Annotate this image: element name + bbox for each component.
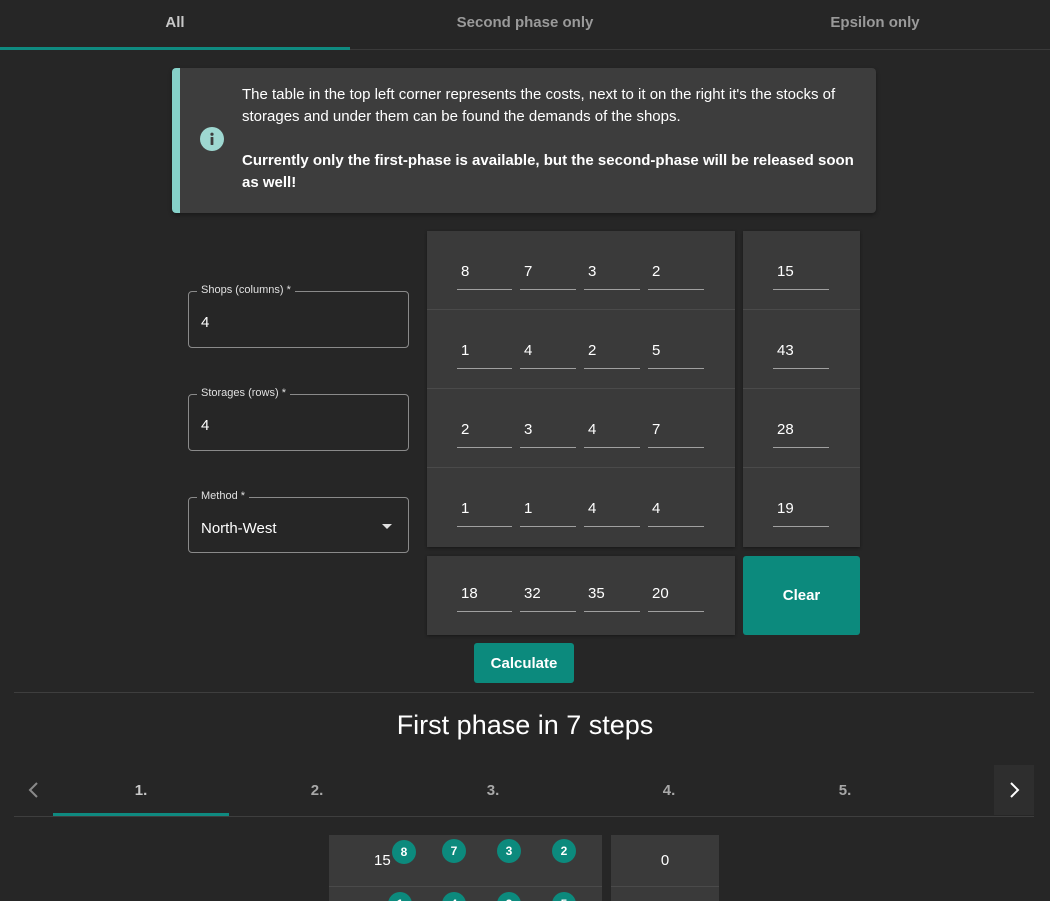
cost-row: 8 7 3 2 [427, 231, 735, 310]
demand-cell[interactable]: 18 [457, 583, 512, 612]
cost-badge: 8 [392, 840, 416, 864]
cost-matrix: 8 7 3 2 1 4 2 5 2 3 4 7 1 1 4 4 [427, 231, 735, 547]
section-divider [14, 692, 1034, 693]
cost-cell[interactable]: 3 [520, 419, 576, 448]
cost-cell[interactable]: 3 [584, 261, 640, 290]
cost-cell[interactable]: 1 [457, 498, 512, 527]
alert-paragraph-notice: Currently only the first-phase is availa… [242, 152, 854, 191]
step-tab-4[interactable]: 4. [581, 765, 757, 815]
demand-cell[interactable]: 32 [520, 583, 576, 612]
cost-cell[interactable]: 7 [648, 419, 704, 448]
step-tab-3[interactable]: 3. [405, 765, 581, 815]
stock-cell[interactable]: 15 [773, 261, 829, 290]
cost-cell[interactable]: 1 [457, 340, 512, 369]
cost-cell[interactable]: 4 [584, 498, 640, 527]
storages-rows-label: Storages (rows) * [197, 387, 290, 399]
chevron-left-icon[interactable] [14, 765, 54, 815]
storages-rows-value[interactable]: 4 [201, 417, 209, 434]
step-tabs: 1. 2. 3. 4. 5. [14, 765, 1034, 817]
cost-cell[interactable]: 2 [457, 419, 512, 448]
cost-cell[interactable]: 4 [520, 340, 576, 369]
cost-badge: 3 [497, 839, 521, 863]
calculate-button[interactable]: Calculate [474, 643, 574, 683]
cost-badge: 5 [552, 892, 576, 901]
cost-cell[interactable]: 5 [648, 340, 704, 369]
demand-cell[interactable]: 20 [648, 583, 704, 612]
cost-row: 1 4 2 5 [427, 310, 735, 389]
shops-columns-field[interactable]: Shops (columns) * 4 [188, 284, 409, 348]
cost-badge: 4 [442, 892, 466, 901]
tab-epsilon-only[interactable]: Epsilon only [700, 0, 1050, 49]
cost-row: 2 3 4 7 [427, 389, 735, 468]
tab-all[interactable]: All [0, 0, 350, 50]
stock-cell[interactable]: 28 [773, 419, 829, 448]
stock-row: 28 [743, 389, 860, 468]
stock-row: 15 [743, 231, 860, 310]
cost-cell[interactable]: 2 [584, 340, 640, 369]
chevron-right-icon[interactable] [994, 765, 1034, 815]
stock-row: 19 [743, 468, 860, 547]
method-value: North-West [201, 520, 277, 537]
remaining-stock-value: 0 [660, 852, 670, 869]
cost-cell[interactable]: 7 [520, 261, 576, 290]
stock-column: 15 43 28 19 [743, 231, 860, 547]
stock-cell[interactable]: 19 [773, 498, 829, 527]
alert-text: The table in the top left corner represe… [242, 84, 872, 194]
method-select[interactable]: Method * North-West [188, 490, 409, 553]
alert-paragraph-description: The table in the top left corner represe… [242, 86, 836, 125]
step-tab-2[interactable]: 2. [229, 765, 405, 815]
cost-cell[interactable]: 1 [520, 498, 576, 527]
step-tab-5[interactable]: 5. [757, 765, 933, 815]
demand-cell[interactable]: 35 [584, 583, 640, 612]
cost-cell[interactable]: 8 [457, 261, 512, 290]
cost-badge: 1 [388, 892, 412, 901]
shops-columns-label: Shops (columns) * [197, 284, 295, 296]
demand-row: 18 32 35 20 [427, 556, 735, 635]
info-alert: The table in the top left corner represe… [172, 68, 876, 213]
method-label: Method * [197, 490, 250, 502]
phase-title: First phase in 7 steps [396, 710, 654, 740]
cost-cell[interactable]: 4 [648, 498, 704, 527]
tab-second-phase-only[interactable]: Second phase only [350, 0, 700, 49]
step-result-matrix: 15 8 7 3 2 1 4 2 5 [329, 835, 602, 901]
step-result-stock: 0 [611, 835, 719, 901]
row-divider [329, 886, 602, 887]
cost-badge: 7 [442, 839, 466, 863]
cost-cell[interactable]: 2 [648, 261, 704, 290]
shops-columns-value[interactable]: 4 [201, 314, 209, 331]
clear-button[interactable]: Clear [743, 556, 860, 635]
allocation-value: 15 [374, 852, 391, 869]
stock-cell[interactable]: 43 [773, 340, 829, 369]
stock-row: 43 [743, 310, 860, 389]
cost-row: 1 1 4 4 [427, 468, 735, 547]
step-tab-1[interactable]: 1. [53, 765, 229, 816]
cost-badge: 2 [497, 892, 521, 901]
info-icon [200, 127, 224, 151]
cost-badge: 2 [552, 839, 576, 863]
storages-rows-field[interactable]: Storages (rows) * 4 [188, 387, 409, 451]
row-divider [611, 886, 719, 887]
phase-tabs: All Second phase only Epsilon only [0, 0, 1050, 50]
cost-cell[interactable]: 4 [584, 419, 640, 448]
chevron-down-icon[interactable] [382, 524, 392, 529]
